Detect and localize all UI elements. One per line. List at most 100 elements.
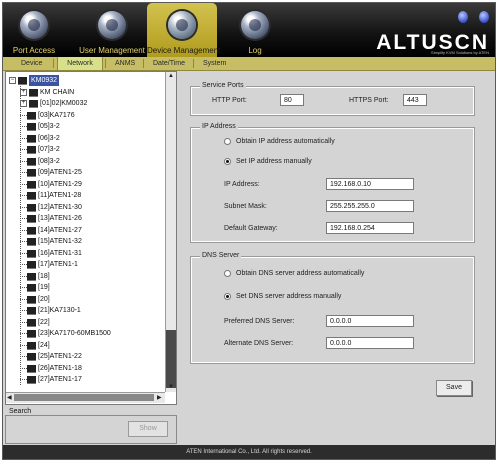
nav-user-management[interactable]: User Management: [79, 3, 145, 57]
dns-auto-radio[interactable]: [224, 270, 231, 277]
device-icon: [18, 77, 27, 85]
tree-node[interactable]: [08]3-2: [20, 156, 60, 167]
tree-node[interactable]: [19]: [20, 282, 50, 293]
tree-node-label: [08]3-2: [38, 157, 60, 165]
nav-device-management[interactable]: Device Management: [147, 3, 220, 57]
tree-node[interactable]: [06]3-2: [20, 133, 60, 144]
default-gateway-input[interactable]: 192.168.0.254: [326, 222, 414, 234]
tree-node[interactable]: [09]ATEN1-25: [20, 167, 82, 178]
computer-icon: [27, 261, 36, 269]
tree-node[interactable]: + KM CHAIN: [20, 87, 74, 98]
tree-node[interactable]: [24]: [20, 340, 50, 351]
ip-manual-label[interactable]: Set IP address manually: [236, 158, 312, 165]
computer-icon: [27, 134, 36, 143]
scroll-left-arrow-icon[interactable]: ◀: [7, 394, 12, 401]
computer-icon: [27, 215, 36, 223]
app-window: Port Access User Management Device Manag…: [2, 2, 496, 460]
save-button[interactable]: Save: [436, 380, 472, 396]
expand-icon[interactable]: +: [20, 88, 27, 96]
service-ports-group: Service Ports HTTP Port: 80 HTTPS Port: …: [190, 82, 475, 116]
computer-icon: [29, 88, 38, 97]
computer-icon: [27, 169, 36, 177]
computer-icon: [27, 111, 36, 120]
tree-node[interactable]: [20]: [20, 294, 50, 305]
subnet-mask-input[interactable]: 255.255.255.0: [326, 200, 414, 212]
tree-node[interactable]: [05]3-2: [20, 121, 60, 132]
tree-node-label: [22]: [38, 318, 50, 326]
nav-user-management-label: User Management: [79, 46, 145, 55]
sub-tab-bar: Device Network ANMS Date/Time System: [3, 57, 495, 71]
tab-network[interactable]: Network: [57, 57, 103, 70]
computer-icon: [27, 272, 36, 281]
tree-node[interactable]: [15]ATEN1-32: [20, 236, 82, 247]
tree-node[interactable]: [27]ATEN1-17: [20, 374, 82, 385]
search-label: Search: [9, 408, 32, 415]
alternate-dns-input[interactable]: 0.0.0.0: [326, 337, 414, 349]
scroll-up-arrow-icon[interactable]: ▲: [168, 73, 174, 79]
subnet-mask-label: Subnet Mask:: [224, 203, 267, 210]
nav-port-access[interactable]: Port Access: [9, 3, 59, 57]
tree-node[interactable]: [11]ATEN1-28: [20, 190, 81, 201]
dns-auto-label[interactable]: Obtain DNS server address automatically: [236, 270, 364, 277]
nav-log-label: Log: [248, 46, 262, 55]
show-button[interactable]: Show: [128, 421, 168, 437]
ip-auto-label[interactable]: Obtain IP address automatically: [236, 138, 335, 145]
computer-icon: [27, 318, 36, 327]
nav-log[interactable]: Log: [235, 3, 275, 57]
tree-node[interactable]: + [01]02|KM0032: [20, 98, 87, 109]
tree-vertical-scrollbar[interactable]: ▲ ▼: [165, 72, 176, 392]
tree-node[interactable]: [17]ATEN1-1: [20, 259, 78, 270]
computer-icon: [27, 123, 36, 131]
https-port-input[interactable]: 443: [403, 94, 427, 106]
scroll-down-arrow-icon[interactable]: ▼: [168, 384, 174, 390]
tree-node[interactable]: [25]ATEN1-22: [20, 351, 82, 362]
search-area: Show: [5, 415, 177, 444]
tree-node[interactable]: [22]: [20, 317, 50, 328]
ip-auto-radio[interactable]: [224, 138, 231, 145]
tree-node[interactable]: [03]KA7176: [20, 110, 75, 121]
tab-date-time[interactable]: Date/Time: [147, 57, 191, 70]
tree-node[interactable]: [21]KA7130-1: [20, 305, 81, 316]
tree-node[interactable]: [14]ATEN1-27: [20, 225, 82, 236]
help-icon[interactable]: [458, 11, 468, 23]
ip-manual-radio[interactable]: [224, 158, 231, 165]
tree-horizontal-scrollbar[interactable]: ◀ ▶: [6, 392, 165, 403]
logout-icon[interactable]: [479, 11, 489, 23]
computer-icon: [27, 284, 36, 292]
tree-node-label: KM CHAIN: [40, 88, 75, 96]
device-management-icon: [168, 11, 196, 39]
computer-icon: [27, 203, 36, 212]
tree-node[interactable]: [26]ATEN1-18: [20, 363, 82, 374]
dns-manual-radio[interactable]: [224, 293, 231, 300]
computer-icon: [29, 100, 38, 108]
scroll-right-arrow-icon[interactable]: ▶: [157, 394, 162, 401]
preferred-dns-input[interactable]: 0.0.0.0: [326, 315, 414, 327]
tree-root-node[interactable]: − KM0932: [9, 75, 60, 86]
tree-node[interactable]: [07]3-2: [20, 144, 60, 155]
tree-node[interactable]: [23]KA7170-60MB1500: [20, 328, 111, 339]
tree-node-label: [27]ATEN1-17: [38, 376, 82, 383]
ip-address-input[interactable]: 192.168.0.10: [326, 178, 414, 190]
computer-icon: [27, 146, 36, 154]
tree-node[interactable]: [10]ATEN1-29: [20, 179, 82, 190]
expand-icon[interactable]: +: [20, 100, 27, 107]
tree-node[interactable]: [12]ATEN1-30: [20, 202, 82, 213]
tree-vertical-scroll-thumb[interactable]: [166, 330, 176, 388]
device-tree[interactable]: − KM0932 + KM CHAIN + [01]02|KM0032 [03]KA7176…: [5, 71, 177, 405]
nav-port-access-label: Port Access: [12, 46, 56, 55]
http-port-input[interactable]: 80: [280, 94, 304, 106]
tree-node-label: [14]ATEN1-27: [38, 226, 82, 234]
tree-node[interactable]: [16]ATEN1-31: [20, 248, 82, 259]
collapse-icon[interactable]: −: [9, 77, 16, 84]
tree-node[interactable]: [18]: [20, 271, 50, 282]
tab-anms[interactable]: ANMS: [109, 57, 141, 70]
tab-device[interactable]: Device: [15, 57, 48, 70]
dns-manual-label[interactable]: Set DNS server address manually: [236, 293, 341, 300]
tree-node[interactable]: [13]ATEN1-26: [20, 213, 82, 224]
tree-horizontal-scroll-thumb[interactable]: [14, 394, 154, 401]
tree-node-label: [12]ATEN1-30: [38, 203, 82, 211]
tree-node-label: [03]KA7176: [38, 111, 75, 119]
dns-server-title: DNS Server: [200, 252, 242, 259]
tree-node-label: [17]ATEN1-1: [38, 261, 78, 268]
tab-system[interactable]: System: [197, 57, 232, 70]
